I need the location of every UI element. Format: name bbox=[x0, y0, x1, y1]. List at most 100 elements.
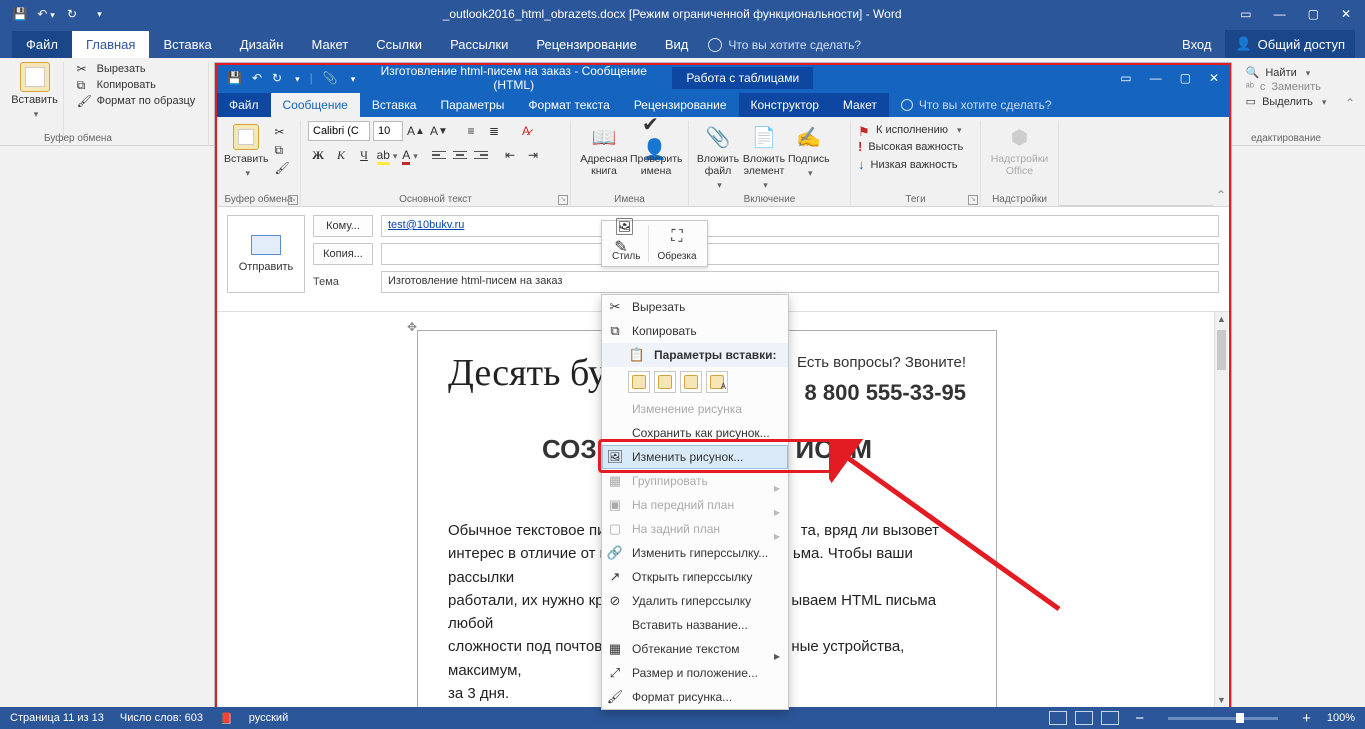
ctx-open-hyperlink[interactable]: ↗Открыть гиперссылку bbox=[602, 565, 788, 589]
find-button[interactable]: Найти bbox=[1246, 66, 1327, 79]
high-importance-button[interactable]: Высокая важность bbox=[858, 139, 973, 154]
ol-qat-customize-icon[interactable] bbox=[348, 71, 356, 85]
ol-qat-more-icon[interactable] bbox=[292, 71, 300, 85]
redo-icon[interactable]: ↻ bbox=[64, 6, 80, 22]
align-right-icon[interactable] bbox=[472, 146, 490, 164]
ribbon-options-icon[interactable]: ▭ bbox=[1240, 7, 1251, 21]
ol-close-icon[interactable]: ✕ bbox=[1209, 71, 1219, 85]
ol-tab-review[interactable]: Рецензирование bbox=[622, 93, 739, 117]
underline-button[interactable]: Ч bbox=[354, 145, 374, 165]
shrink-font-icon[interactable]: A▼ bbox=[429, 121, 449, 141]
clipboard-launcher-icon[interactable]: ↘ bbox=[288, 195, 298, 205]
ol-collapse-ribbon-icon[interactable]: ⌃ bbox=[1213, 121, 1229, 206]
highlight-button[interactable]: ab bbox=[377, 145, 397, 165]
basictext-launcher-icon[interactable]: ↘ bbox=[558, 195, 568, 205]
ctx-copy[interactable]: ⧉Копировать bbox=[602, 319, 788, 343]
cc-button[interactable]: Копия... bbox=[313, 243, 373, 265]
ol-tab-options[interactable]: Параметры bbox=[428, 93, 516, 117]
zoom-in-icon[interactable]: + bbox=[1302, 710, 1311, 727]
subject-field[interactable]: Изготовление html-писем на заказ bbox=[381, 271, 1219, 293]
inc-indent-icon[interactable]: ⇥ bbox=[523, 145, 543, 165]
ol-maximize-icon[interactable]: ▢ bbox=[1180, 71, 1191, 85]
maximize-icon[interactable]: ▢ bbox=[1308, 7, 1319, 21]
ol-ribbon-options-icon[interactable]: ▭ bbox=[1120, 71, 1131, 85]
ol-paste-button[interactable]: Вставить bbox=[224, 121, 269, 179]
paste-option-1[interactable] bbox=[628, 371, 650, 393]
tab-file[interactable]: Файл bbox=[12, 31, 72, 58]
ol-save-icon[interactable]: 💾 bbox=[227, 71, 242, 85]
table-anchor-icon[interactable]: ✥ bbox=[407, 320, 417, 334]
ol-cut-icon[interactable] bbox=[275, 125, 289, 139]
ol-tab-design[interactable]: Конструктор bbox=[739, 93, 831, 117]
grow-font-icon[interactable]: A▲ bbox=[406, 121, 426, 141]
web-layout-icon[interactable] bbox=[1101, 711, 1119, 725]
tell-me[interactable]: Что вы хотите сделать? bbox=[702, 32, 867, 58]
ctx-format-picture[interactable]: 🖌Формат рисунка... bbox=[602, 685, 788, 709]
paste-button[interactable]: Вставить bbox=[11, 62, 58, 120]
status-zoom[interactable]: 100% bbox=[1327, 712, 1355, 724]
replace-button[interactable]: ᵃᵇc Заменить bbox=[1246, 81, 1327, 93]
tab-review[interactable]: Рецензирование bbox=[522, 31, 650, 58]
paste-option-2[interactable] bbox=[654, 371, 676, 393]
qat-customize-icon[interactable] bbox=[90, 6, 106, 22]
status-language[interactable]: русский bbox=[249, 712, 288, 724]
attach-file-button[interactable]: 📎Вложить файл bbox=[696, 121, 740, 191]
to-button[interactable]: Кому... bbox=[313, 215, 373, 237]
status-page[interactable]: Страница 11 из 13 bbox=[10, 712, 104, 724]
select-button[interactable]: Выделить bbox=[1246, 95, 1327, 108]
cut-button[interactable]: Вырезать bbox=[77, 62, 196, 76]
tab-design[interactable]: Дизайн bbox=[226, 31, 298, 58]
zoom-out-icon[interactable]: − bbox=[1135, 710, 1144, 727]
to-field[interactable]: test@10bukv.ru bbox=[381, 215, 1219, 237]
ol-copy-icon[interactable] bbox=[275, 143, 289, 157]
tab-mailings[interactable]: Рассылки bbox=[436, 31, 522, 58]
cc-field[interactable] bbox=[381, 243, 1219, 265]
office-addins-button[interactable]: ⬢Надстройки Office bbox=[988, 121, 1051, 177]
font-name-input[interactable] bbox=[308, 121, 370, 141]
dec-indent-icon[interactable]: ⇤ bbox=[500, 145, 520, 165]
minimize-icon[interactable]: — bbox=[1274, 7, 1286, 21]
ctx-cut[interactable]: ✂Вырезать bbox=[602, 295, 788, 319]
ctx-remove-hyperlink[interactable]: ⊘Удалить гиперссылку bbox=[602, 589, 788, 613]
tab-layout[interactable]: Макет bbox=[297, 31, 362, 58]
ctx-edit-hyperlink[interactable]: 🔗Изменить гиперссылку... bbox=[602, 541, 788, 565]
ctx-text-wrapping[interactable]: ▦Обтекание текстом bbox=[602, 637, 788, 661]
crop-button[interactable]: ⛶Обрезка bbox=[649, 225, 704, 262]
paste-option-3[interactable] bbox=[680, 371, 702, 393]
followup-button[interactable]: К исполнению bbox=[858, 124, 973, 136]
tab-insert[interactable]: Вставка bbox=[149, 31, 225, 58]
send-button[interactable]: Отправить bbox=[227, 215, 305, 293]
share-button[interactable]: 👤Общий доступ bbox=[1225, 30, 1355, 58]
tags-launcher-icon[interactable]: ↘ bbox=[968, 195, 978, 205]
ctx-save-as-picture[interactable]: Сохранить как рисунок... bbox=[602, 421, 788, 445]
bold-button[interactable]: Ж bbox=[308, 145, 328, 165]
format-painter-button[interactable]: Формат по образцу bbox=[77, 94, 196, 108]
italic-button[interactable]: К bbox=[331, 145, 351, 165]
ol-brush-icon[interactable] bbox=[275, 161, 289, 175]
ol-tell-me[interactable]: Что вы хотите сделать? bbox=[889, 93, 1064, 117]
clear-format-icon[interactable]: A̷ bbox=[516, 121, 536, 141]
ctx-change-picture[interactable]: 🖼Изменить рисунок... bbox=[602, 445, 788, 469]
close-icon[interactable]: ✕ bbox=[1341, 7, 1351, 21]
collapse-ribbon-icon[interactable]: ⌃ bbox=[1341, 62, 1359, 145]
copy-button[interactable]: Копировать bbox=[77, 78, 196, 92]
signature-button[interactable]: ✍Подпись bbox=[788, 121, 830, 191]
bullets-icon[interactable]: ≡ bbox=[461, 121, 481, 141]
undo-icon[interactable]: ↶ bbox=[38, 6, 54, 22]
align-left-icon[interactable] bbox=[430, 146, 448, 164]
ol-tab-file[interactable]: Файл bbox=[217, 93, 271, 117]
fontcolor-button[interactable]: A bbox=[400, 145, 420, 165]
ol-undo-icon[interactable]: ↶ bbox=[252, 71, 262, 85]
attach-item-button[interactable]: 📄Вложить элемент bbox=[740, 121, 788, 191]
status-proofing-icon[interactable]: 📕 bbox=[219, 712, 233, 725]
ol-tab-layout[interactable]: Макет bbox=[831, 93, 889, 117]
ol-tab-insert[interactable]: Вставка bbox=[360, 93, 429, 117]
tab-home[interactable]: Главная bbox=[72, 31, 149, 58]
ol-tab-message[interactable]: Сообщение bbox=[271, 93, 360, 117]
status-words[interactable]: Число слов: 603 bbox=[120, 712, 203, 724]
ctx-size-position[interactable]: ⤢Размер и положение... bbox=[602, 661, 788, 685]
style-button[interactable]: 🖼✎Стиль bbox=[604, 225, 648, 262]
ctx-insert-caption[interactable]: Вставить название... bbox=[602, 613, 788, 637]
read-mode-icon[interactable] bbox=[1049, 711, 1067, 725]
ol-attach-icon[interactable]: 📎 bbox=[323, 71, 338, 85]
